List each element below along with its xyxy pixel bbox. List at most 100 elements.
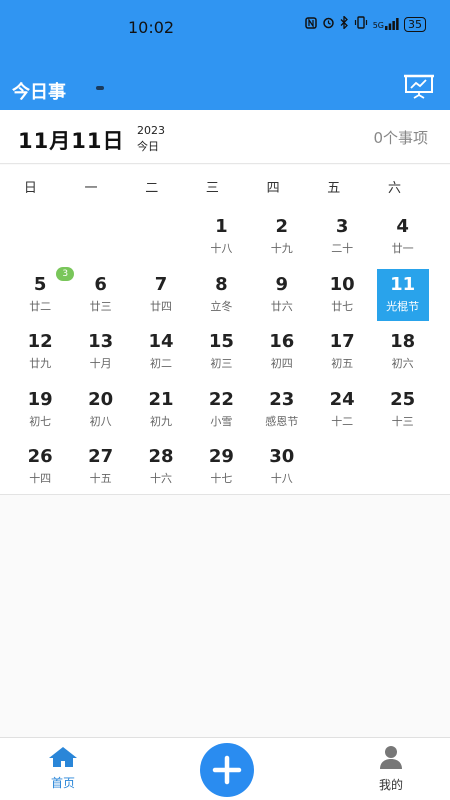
calendar-day[interactable]: 9 廿六 <box>256 269 308 321</box>
calendar-day[interactable]: 23 感恩节 <box>256 384 308 436</box>
today-label: 今日 <box>137 140 159 153</box>
day-number: 2 <box>275 216 289 237</box>
calendar-day[interactable]: 20 初八 <box>75 384 127 436</box>
lunar-date: 二十 <box>331 242 354 255</box>
calendar-day[interactable]: 5 廿二 3 <box>14 266 75 321</box>
lunar-date: 廿三 <box>89 299 112 313</box>
lunar-date: 小雪 <box>210 414 233 428</box>
calendar-day[interactable]: 1 十八 <box>195 211 247 263</box>
calendar-day[interactable]: 15 初三 <box>195 326 247 378</box>
day-number: 6 <box>94 273 107 295</box>
current-date[interactable]: 11月11日 <box>18 125 124 155</box>
lunar-date: 廿七 <box>331 299 354 313</box>
lunar-date: 十三 <box>391 414 414 428</box>
day-number: 18 <box>390 331 416 352</box>
network-type: 5G <box>372 21 384 30</box>
day-number: 17 <box>329 331 355 352</box>
day-number: 14 <box>148 331 174 352</box>
day-number: 1 <box>215 216 228 237</box>
weekday-sat: 六 <box>387 180 401 196</box>
calendar-day[interactable]: 25 十三 <box>377 384 429 436</box>
calendar-day[interactable]: 24 十二 <box>316 384 368 436</box>
lunar-date: 十四 <box>29 472 52 485</box>
lunar-date: 廿二 <box>29 299 52 313</box>
calendar-day[interactable]: 10 廿七 <box>316 269 368 321</box>
day-number: 11 <box>390 273 416 295</box>
day-number: 26 <box>27 446 53 467</box>
calendar-day[interactable]: 16 初四 <box>256 326 308 378</box>
user-icon <box>380 746 402 769</box>
top-app-bar: 10:02 5G 35 今日事 <box>0 0 450 110</box>
calendar-day[interactable]: 22 小雪 <box>195 384 247 436</box>
calendar-day[interactable]: 2 十九 <box>256 211 308 263</box>
home-icon <box>49 747 77 767</box>
day-number: 27 <box>88 446 114 467</box>
lunar-date: 初四 <box>270 357 293 370</box>
lunar-date: 初三 <box>210 357 233 370</box>
day-number: 24 <box>329 388 355 410</box>
calendar-day[interactable]: 13 十月 <box>75 326 127 378</box>
calendar-day[interactable]: 19 初七 <box>14 384 66 436</box>
alarm-icon <box>322 16 335 32</box>
weekday-thu: 四 <box>266 180 280 196</box>
calendar-day[interactable]: 26 十四 <box>14 441 66 493</box>
lunar-date: 十七 <box>210 472 233 485</box>
vibrate-icon <box>354 16 368 32</box>
day-number: 10 <box>329 273 355 295</box>
lunar-date: 十八 <box>210 242 233 255</box>
day-number: 28 <box>148 446 174 467</box>
day-number: 30 <box>269 446 295 467</box>
battery-indicator: 35 <box>404 16 426 32</box>
weekday-sun: 日 <box>23 180 37 196</box>
day-number: 25 <box>390 388 416 410</box>
calendar-day[interactable]: 14 初二 <box>135 326 187 378</box>
title-decoration <box>96 86 104 90</box>
day-number: 23 <box>269 388 295 410</box>
nav-mine-label: 我的 <box>378 778 403 792</box>
calendar-day[interactable]: 30 十八 <box>256 441 308 493</box>
weekday-fri: 五 <box>327 180 341 196</box>
day-number: 21 <box>148 388 174 410</box>
calendar-day[interactable]: 11 光棍节 <box>376 268 429 321</box>
calendar-day[interactable]: 12 廿九 <box>14 326 66 378</box>
status-time: 10:02 <box>128 18 175 37</box>
add-button[interactable] <box>200 743 254 797</box>
day-number: 13 <box>88 331 114 352</box>
lunar-date: 十五 <box>89 472 112 485</box>
calendar-day[interactable]: 6 廿三 <box>75 269 127 321</box>
calendar-day[interactable]: 29 十七 <box>195 441 247 493</box>
day-number: 16 <box>269 331 295 352</box>
day-number: 12 <box>27 331 53 352</box>
nav-home[interactable]: 首页 <box>40 746 86 791</box>
nfc-icon <box>304 16 317 32</box>
lunar-date: 立冬 <box>210 299 233 313</box>
presentation-screen-icon[interactable] <box>404 74 434 100</box>
date-header: 11月11日 2023 今日 0个事项 <box>0 110 450 164</box>
nav-home-label: 首页 <box>50 776 75 790</box>
calendar-day[interactable]: 4 廿一 <box>377 211 429 263</box>
calendar-day[interactable]: 7 廿四 <box>135 269 187 321</box>
nav-mine[interactable]: 我的 <box>368 744 414 793</box>
day-number: 7 <box>154 273 168 295</box>
bluetooth-icon <box>340 14 349 32</box>
lunar-date: 初六 <box>391 357 414 370</box>
calendar-day[interactable]: 3 二十 <box>316 211 368 263</box>
day-number: 4 <box>396 216 409 237</box>
current-year: 2023 <box>137 124 165 137</box>
calendar-day[interactable]: 17 初五 <box>316 326 368 378</box>
lunar-date: 十八 <box>270 472 293 485</box>
day-number: 15 <box>208 331 234 352</box>
app-title: 今日事 <box>12 82 66 103</box>
calendar-day[interactable]: 8 立冬 <box>195 269 247 321</box>
item-count: 0个事项 <box>373 129 428 147</box>
bottom-navigation: 首页 我的 <box>0 737 450 800</box>
lunar-date: 初九 <box>150 414 172 428</box>
lunar-date: 初五 <box>331 357 354 370</box>
lunar-date: 廿一 <box>391 242 414 255</box>
weekday-wed: 三 <box>205 180 219 196</box>
calendar-day[interactable]: 18 初六 <box>377 326 429 378</box>
calendar-day[interactable]: 21 初九 <box>135 384 187 436</box>
calendar-day[interactable]: 27 十五 <box>75 441 127 493</box>
lunar-date: 初二 <box>150 357 172 370</box>
calendar-day[interactable]: 28 十六 <box>135 441 187 493</box>
